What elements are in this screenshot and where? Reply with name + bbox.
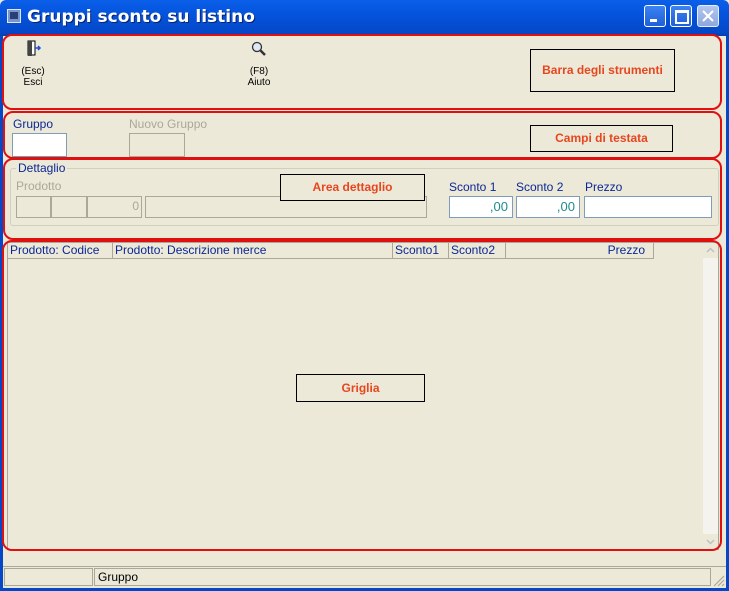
window-title: Gruppi sconto su listino	[27, 7, 255, 27]
status-panel-2: Gruppo	[94, 568, 711, 586]
annotation-grid: Griglia	[296, 374, 425, 402]
status-panel-1	[4, 568, 93, 586]
minimize-button[interactable]	[644, 5, 666, 27]
resize-grip-icon[interactable]	[711, 573, 725, 587]
annotation-header: Campi di testata	[530, 125, 673, 152]
close-icon	[702, 10, 714, 22]
annotation-detail: Area dettaglio	[280, 174, 425, 201]
maximize-button[interactable]	[670, 5, 692, 27]
close-button[interactable]	[697, 5, 719, 27]
annotation-toolbar: Barra degli strumenti	[530, 49, 675, 92]
app-window-icon[interactable]	[7, 9, 21, 23]
